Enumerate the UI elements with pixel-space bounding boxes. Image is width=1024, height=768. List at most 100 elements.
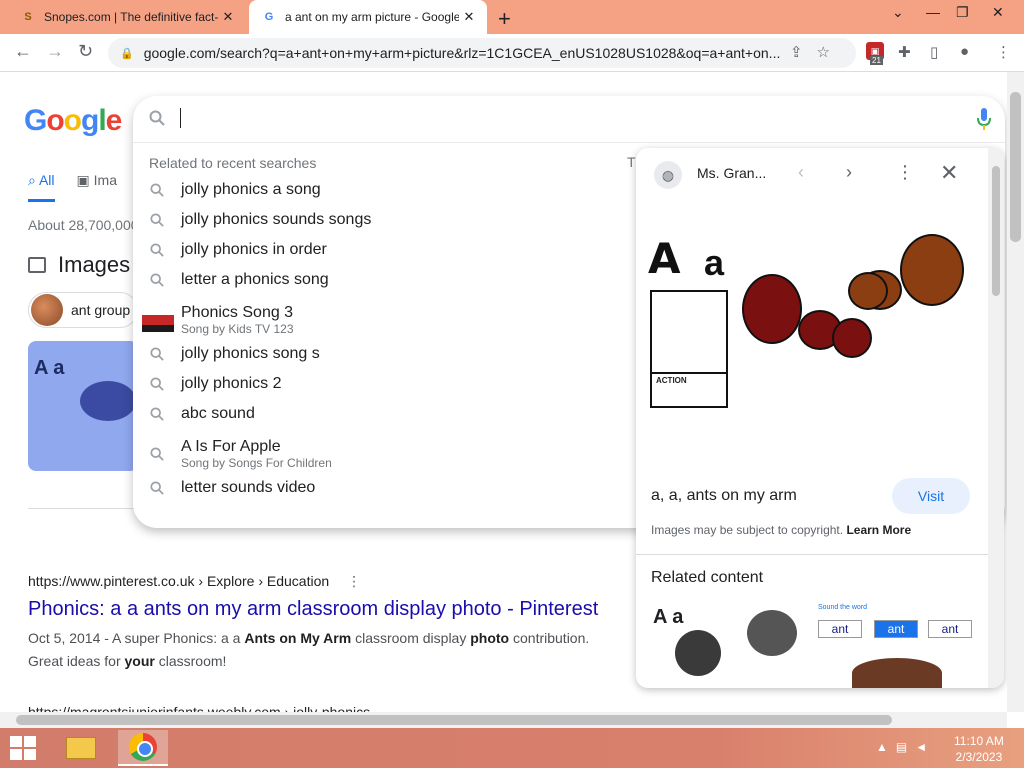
tray-chevron-icon[interactable]: ▲ xyxy=(876,740,896,754)
system-tray[interactable]: ▲▤◄ xyxy=(876,740,935,754)
more-options-icon[interactable]: ⋮ xyxy=(896,162,914,183)
forward-arrow-icon[interactable]: → xyxy=(46,41,64,62)
related-image[interactable]: Sound the word ant ant ant xyxy=(816,604,976,688)
suggestion-item[interactable]: Phonics Song 3 Song by Kids TV 123 xyxy=(133,304,633,336)
google-icon: G xyxy=(264,11,274,23)
microphone-icon[interactable] xyxy=(977,108,991,130)
address-url[interactable]: google.com/search?q=a+ant+on+my+arm+pict… xyxy=(144,45,784,61)
next-chevron-icon[interactable]: › xyxy=(846,162,852,183)
image-result-thumbnail[interactable]: A a xyxy=(28,341,138,471)
tab-title: a ant on my arm picture - Google xyxy=(285,10,459,24)
panel-scrollbar[interactable] xyxy=(988,148,1004,688)
copyright-notice: Images may be subject to copyright. Lear… xyxy=(651,523,912,537)
result-stats: About 28,700,000 xyxy=(28,217,138,233)
image-icon xyxy=(28,257,46,273)
images-heading: Images xyxy=(28,252,130,278)
omnibox-actions: ⇪☆ xyxy=(790,43,844,61)
preview-title[interactable]: a, a, ants on my arm xyxy=(651,487,797,505)
search-icon: ⌕ xyxy=(28,172,36,188)
image-icon: ▣ xyxy=(76,172,90,188)
tab-strip: S Snopes.com | The definitive fact- ✕ G … xyxy=(0,0,1024,34)
window-close-icon[interactable]: ✕ xyxy=(992,4,1004,21)
search-icon xyxy=(133,447,181,461)
share-icon[interactable]: ⇪ xyxy=(790,44,817,61)
snopes-icon: S xyxy=(24,11,32,23)
tab-close-icon[interactable]: ✕ xyxy=(218,9,238,25)
preview-image[interactable]: A a ACTION xyxy=(648,220,968,436)
bookmark-star-icon[interactable]: ☆ xyxy=(817,44,844,61)
minimize-icon[interactable]: — xyxy=(926,4,940,20)
result-cite[interactable]: https://www.pinterest.co.uk › Explore › … xyxy=(28,573,361,590)
divider xyxy=(28,508,138,509)
tab-google-search[interactable]: G a ant on my arm picture - Google ✕ xyxy=(249,0,487,34)
divider xyxy=(636,554,988,555)
google-logo[interactable]: Google xyxy=(24,104,122,138)
file-explorer-taskbar-button[interactable] xyxy=(56,730,106,766)
extension-count: 21 xyxy=(870,56,883,65)
search-icon xyxy=(133,407,181,421)
chrome-icon xyxy=(129,733,157,761)
related-image[interactable]: A a xyxy=(651,604,811,688)
tab-title: Snopes.com | The definitive fact- xyxy=(44,10,218,24)
tab-all[interactable]: ⌕ All xyxy=(28,172,55,202)
image-filter-chip[interactable]: ant group xyxy=(28,292,138,328)
scroll-thumb[interactable] xyxy=(1010,92,1021,242)
chrome-taskbar-button[interactable] xyxy=(118,730,168,766)
previous-chevron-icon[interactable]: ‹ xyxy=(798,162,804,183)
result-title-link[interactable]: Phonics: a a ants on my arm classroom di… xyxy=(28,598,598,621)
ant-illustration xyxy=(80,381,136,421)
network-icon[interactable]: ▤ xyxy=(896,740,915,754)
brown-ant xyxy=(900,234,964,306)
search-icon xyxy=(133,243,181,257)
suggestion-item[interactable]: jolly phonics in order xyxy=(133,241,633,259)
profile-avatar-icon[interactable]: ● xyxy=(960,43,969,60)
scroll-thumb[interactable] xyxy=(16,715,892,725)
more-options-icon[interactable]: ⋮ xyxy=(347,573,361,589)
image-preview-panel: ◍ Ms. Gran... ‹ › ⋮ ✕ A a ACTION a, a, a… xyxy=(636,148,1004,688)
windows-start-icon[interactable] xyxy=(10,736,38,762)
suggestion-item[interactable]: letter sounds video xyxy=(133,479,633,497)
visit-button[interactable]: Visit xyxy=(892,478,970,514)
search-icon xyxy=(133,377,181,391)
folder-icon xyxy=(66,737,96,759)
tab-close-icon[interactable]: ✕ xyxy=(459,9,479,25)
tab-snopes[interactable]: S Snopes.com | The definitive fact- ✕ xyxy=(8,0,246,34)
extensions-puzzle-icon[interactable]: ✚ xyxy=(898,43,911,61)
browser-toolbar: ← → ↻ 🔒 google.com/search?q=a+ant+on+my+… xyxy=(0,34,1024,72)
menu-kebab-icon[interactable]: ⋮ xyxy=(996,43,1011,61)
related-content-heading: Related content xyxy=(651,569,764,586)
suggestion-item[interactable]: jolly phonics sounds songs xyxy=(133,211,633,229)
new-tab-plus-icon[interactable]: + xyxy=(498,6,511,32)
search-icon xyxy=(149,110,165,131)
spider-ant-illustration xyxy=(852,658,942,688)
search-tabs: ⌕ All ▣ Ima xyxy=(28,172,117,202)
divider xyxy=(133,142,1005,143)
tab-search-chevron-icon[interactable]: ⌄ xyxy=(892,4,904,21)
side-panel-icon[interactable]: ▯ xyxy=(930,43,938,61)
suggestion-item[interactable]: A Is For Apple Song by Songs For Childre… xyxy=(133,438,633,470)
preview-source[interactable]: Ms. Gran... xyxy=(697,165,766,181)
taskbar-clock[interactable]: 11:10 AM 2/3/2023 xyxy=(954,733,1004,765)
restore-icon[interactable]: ❐ xyxy=(956,4,969,21)
lock-icon: 🔒 xyxy=(120,47,134,60)
suggestion-item[interactable]: letter a phonics song xyxy=(133,271,633,289)
suggestion-item[interactable]: jolly phonics 2 xyxy=(133,375,633,393)
page-horizontal-scrollbar[interactable] xyxy=(0,712,1007,728)
page-vertical-scrollbar[interactable] xyxy=(1007,72,1024,712)
chip-thumbnail xyxy=(31,294,63,326)
reload-icon[interactable]: ↻ xyxy=(78,41,93,62)
back-arrow-icon[interactable]: ← xyxy=(14,41,32,62)
chip-label: ant group xyxy=(71,302,131,318)
suggestion-item[interactable]: abc sound xyxy=(133,405,633,423)
address-bar[interactable]: 🔒 google.com/search?q=a+ant+on+my+arm+pi… xyxy=(108,38,856,68)
search-icon xyxy=(133,347,181,361)
suggestion-item[interactable]: jolly phonics song s xyxy=(133,345,633,363)
search-input[interactable] xyxy=(179,106,939,132)
search-icon xyxy=(133,213,181,227)
thumbnail-letters: A a xyxy=(34,357,65,379)
suggestion-item[interactable]: jolly phonics a song xyxy=(133,181,633,199)
tab-images[interactable]: ▣ Ima xyxy=(77,172,117,202)
learn-more-link[interactable]: Learn More xyxy=(846,523,911,537)
volume-icon[interactable]: ◄ xyxy=(915,740,935,754)
close-icon[interactable]: ✕ xyxy=(940,160,958,186)
